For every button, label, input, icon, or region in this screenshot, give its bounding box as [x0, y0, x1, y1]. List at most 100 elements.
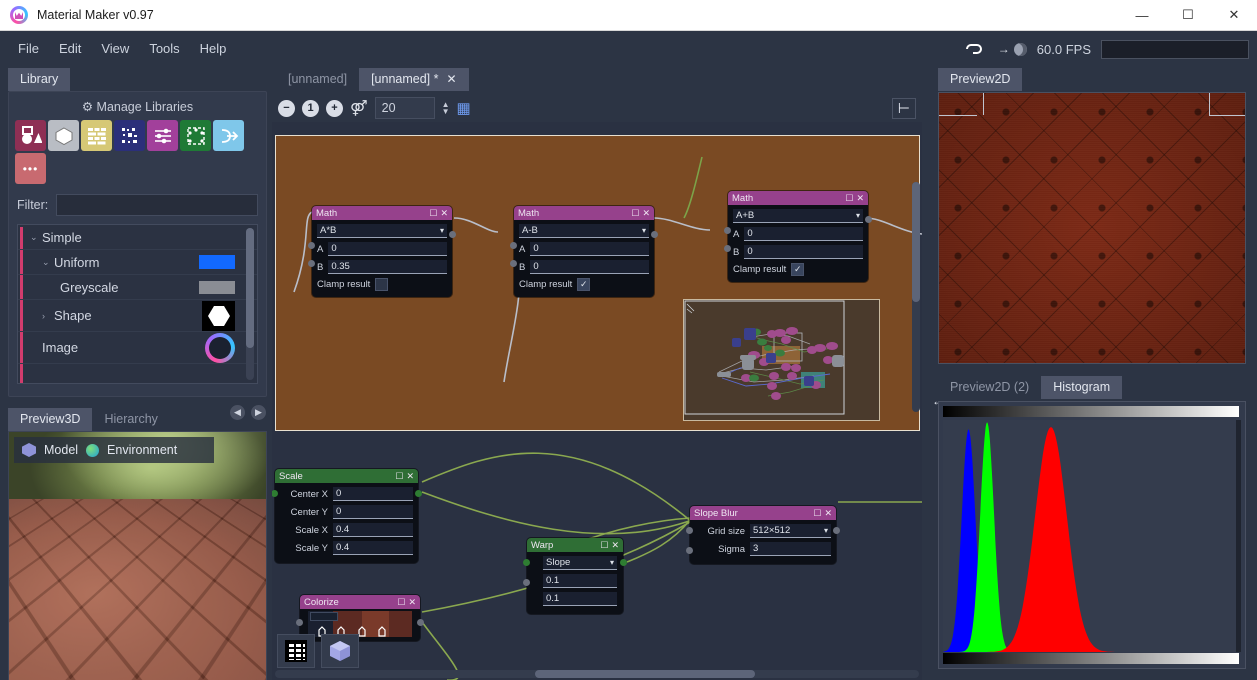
input-port-a[interactable]: [510, 242, 517, 249]
output-port[interactable]: [417, 619, 424, 626]
close-icon[interactable]: ✕: [642, 208, 650, 219]
zoom-out-button[interactable]: −: [278, 100, 295, 117]
node-header-controls[interactable]: ☐ ✕: [397, 597, 416, 608]
grid-size-input[interactable]: 20: [375, 97, 435, 119]
zoom-reset-button[interactable]: 1: [302, 100, 319, 117]
field-input[interactable]: 0: [744, 227, 863, 241]
node-scale[interactable]: Scale ☐ ✕ Center X 0 Center Y 0 Scale X …: [275, 469, 418, 563]
tab-hierarchy[interactable]: Hierarchy: [92, 408, 170, 431]
chevron-down-icon[interactable]: ⌄: [30, 232, 42, 243]
input-port-2[interactable]: [523, 579, 530, 586]
library-tree[interactable]: ⌄ Simple ⌄ Uniform Greyscale › Shape: [17, 224, 258, 384]
field-input[interactable]: 0: [530, 260, 649, 274]
input-port-1[interactable]: [686, 527, 693, 534]
node-header-controls[interactable]: ☐ ✕: [631, 208, 650, 219]
bricks-library-icon[interactable]: [81, 120, 112, 151]
field-input[interactable]: 3: [750, 542, 831, 556]
input-port[interactable]: [296, 619, 303, 626]
minimize-button[interactable]: —: [1119, 0, 1165, 31]
clamp-checkbox[interactable]: ✓: [791, 263, 804, 276]
node-slope-blur[interactable]: Slope Blur ☐ ✕ Grid size 512×512 ▾ Sigma…: [690, 506, 836, 564]
output-port[interactable]: [415, 490, 422, 497]
filters-library-icon[interactable]: [147, 120, 178, 151]
node-math-1[interactable]: Math ☐ ✕ A*B ▾ A 0 B: [312, 206, 452, 297]
node-warp[interactable]: Warp ☐ ✕ Slope ▾ 0.1 0.1: [527, 538, 623, 614]
chevron-down-icon[interactable]: ⌄: [42, 257, 54, 268]
minimize-icon[interactable]: ☐: [631, 208, 639, 219]
node-header[interactable]: Math ☐ ✕: [728, 191, 868, 205]
tab-library[interactable]: Library: [8, 68, 70, 91]
node-header[interactable]: Warp ☐ ✕: [527, 538, 623, 552]
mesh-material-button[interactable]: [321, 634, 359, 668]
input-port-b[interactable]: [510, 260, 517, 267]
input-port-1[interactable]: [523, 559, 530, 566]
node-header[interactable]: Colorize ☐ ✕: [300, 595, 420, 609]
node-header[interactable]: Math ☐ ✕: [312, 206, 452, 220]
close-icon[interactable]: ✕: [824, 508, 832, 519]
operation-select[interactable]: A-B ▾: [519, 224, 649, 238]
library-tree-scrollbar[interactable]: [246, 228, 254, 380]
tree-item-shape[interactable]: › Shape: [18, 300, 257, 332]
graph-canvas[interactable]: Math ☐ ✕ A*B ▾ A 0 B: [272, 122, 922, 680]
operation-select[interactable]: A+B ▾: [733, 209, 863, 223]
noise-library-icon[interactable]: [114, 120, 145, 151]
output-port[interactable]: [833, 527, 840, 534]
minimize-icon[interactable]: ☐: [395, 471, 403, 482]
nodes-library-icon[interactable]: [180, 120, 211, 151]
tab-preview2d[interactable]: Preview2D: [938, 68, 1022, 91]
input-port-a[interactable]: [724, 227, 731, 234]
maximize-button[interactable]: ☐: [1165, 0, 1211, 31]
preview2d-image[interactable]: [938, 92, 1246, 364]
flow-library-icon[interactable]: [213, 120, 244, 151]
tab-histogram[interactable]: Histogram: [1041, 376, 1122, 399]
spinner-up-down-icon[interactable]: ▲▼: [442, 101, 450, 115]
node-math-3[interactable]: Math ☐ ✕ A+B ▾ A 0 B: [728, 191, 868, 282]
menu-view[interactable]: View: [91, 37, 139, 60]
clamp-checkbox[interactable]: ✓: [577, 278, 590, 291]
close-icon[interactable]: ✕: [440, 208, 448, 219]
output-port[interactable]: [865, 216, 872, 223]
output-port[interactable]: [449, 231, 456, 238]
brick-material-button[interactable]: [277, 634, 315, 668]
close-button[interactable]: ✕: [1211, 0, 1257, 31]
grid-toggle-icon[interactable]: ▦: [457, 99, 471, 117]
field-input[interactable]: 0: [328, 242, 447, 256]
tree-item-uniform[interactable]: ⌄ Uniform: [18, 250, 257, 275]
field-input[interactable]: 0: [530, 242, 649, 256]
input-port-2[interactable]: [686, 547, 693, 554]
menu-file[interactable]: File: [8, 37, 49, 60]
zoom-in-button[interactable]: +: [326, 100, 343, 117]
clamp-checkbox[interactable]: [375, 278, 388, 291]
field-input[interactable]: 0.35: [328, 260, 447, 274]
link-target-icons[interactable]: →: [964, 42, 1027, 56]
environment-button[interactable]: Environment: [107, 443, 177, 457]
input-port-a[interactable]: [308, 242, 315, 249]
histogram-scrollbar[interactable]: [1236, 420, 1241, 652]
node-header[interactable]: Math ☐ ✕: [514, 206, 654, 220]
histogram-panel[interactable]: [938, 401, 1246, 669]
minimize-icon[interactable]: ☐: [600, 540, 608, 551]
field-input[interactable]: 0: [333, 505, 413, 519]
align-nodes-icon[interactable]: ⊢: [892, 98, 916, 119]
close-icon[interactable]: ✕: [408, 597, 416, 608]
tab-preview3d[interactable]: Preview3D: [8, 408, 92, 431]
more-library-icon[interactable]: •••: [15, 153, 46, 184]
graph-vertical-scrollbar[interactable]: [912, 182, 920, 412]
minimize-icon[interactable]: ☐: [397, 597, 405, 608]
chevron-right-icon[interactable]: ›: [42, 311, 54, 321]
field-input[interactable]: 0: [744, 245, 863, 259]
filter-input[interactable]: [56, 194, 258, 216]
close-icon[interactable]: ✕: [447, 72, 457, 86]
tree-item-greyscale[interactable]: Greyscale: [18, 275, 257, 300]
operation-select[interactable]: A*B ▾: [317, 224, 447, 238]
mesh-library-icon[interactable]: [48, 120, 79, 151]
node-header-controls[interactable]: ☐ ✕: [429, 208, 448, 219]
minimize-icon[interactable]: ☐: [429, 208, 437, 219]
graph-minimap[interactable]: [683, 299, 880, 421]
field-input[interactable]: 0.4: [333, 541, 413, 555]
field-input[interactable]: 0: [333, 487, 413, 501]
node-math-2[interactable]: Math ☐ ✕ A-B ▾ A 0 B: [514, 206, 654, 297]
close-icon[interactable]: ✕: [856, 193, 864, 204]
chevron-right-icon[interactable]: ▶: [251, 405, 266, 420]
chevron-left-icon[interactable]: ◀: [230, 405, 245, 420]
